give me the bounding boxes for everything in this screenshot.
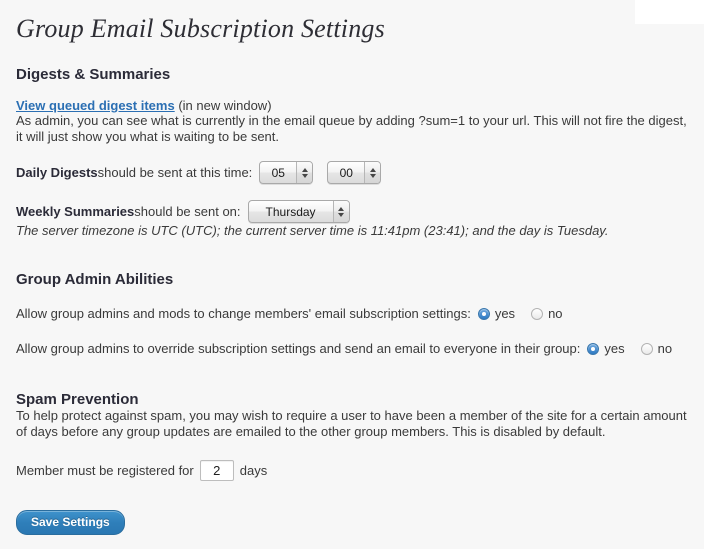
page-title: Group Email Subscription Settings: [16, 14, 385, 43]
server-timezone-note: The server timezone is UTC (UTC); the cu…: [16, 223, 609, 238]
weekly-summary-day-select[interactable]: Thursday: [247, 200, 350, 223]
digests-description: As admin, you can see what is currently …: [16, 113, 687, 144]
chevron-updown-icon: [364, 162, 381, 183]
daily-digest-minute-select[interactable]: 00: [327, 161, 382, 184]
chevron-updown-icon: [296, 162, 313, 183]
admin-override-settings-question: Allow group admins to override subscript…: [16, 341, 581, 356]
queued-digest-link-row: View queued digest items (in new window): [16, 98, 688, 113]
member-registered-label-before: Member must be registered for: [16, 463, 194, 478]
weekly-summary-label-rest: should be sent on:: [134, 203, 241, 219]
admin-override-settings-no-option[interactable]: no: [640, 340, 673, 358]
admin-override-settings-yes-option[interactable]: yes: [587, 340, 625, 358]
admin-change-settings-row: Allow group admins and mods to change me…: [16, 305, 688, 323]
weekly-summary-row: Weekly Summaries should be sent on: Thur…: [16, 200, 688, 223]
radio-yes-selected-icon[interactable]: [587, 343, 600, 355]
daily-digest-hour-select[interactable]: 05: [259, 161, 314, 184]
section-heading-admin: Group Admin Abilities: [16, 271, 174, 288]
weekly-summary-day-value: Thursday: [265, 204, 316, 219]
weekly-summary-label-bold: Weekly Summaries: [16, 203, 135, 219]
radio-no-unselected-icon[interactable]: [640, 343, 653, 355]
admin-change-settings-yes-option[interactable]: yes: [477, 305, 516, 323]
admin-change-settings-yes-label: yes: [494, 306, 516, 321]
radio-no-unselected-icon[interactable]: [531, 308, 544, 320]
daily-digest-label-bold: Daily Digests: [16, 164, 98, 180]
admin-change-settings-question: Allow group admins and mods to change me…: [16, 306, 471, 321]
member-registered-days-input[interactable]: [199, 460, 234, 481]
daily-digest-hour-value: 05: [271, 165, 285, 180]
save-settings-button[interactable]: Save Settings: [16, 510, 125, 535]
admin-override-settings-no-label: no: [657, 341, 673, 356]
save-settings-row: Save Settings: [16, 510, 688, 549]
section-spam-prevention: Spam Prevention To help protect against …: [16, 391, 688, 481]
new-window-note: (in new window): [174, 98, 272, 113]
admin-override-settings-yes-label: yes: [604, 341, 625, 356]
admin-change-settings-no-label: no: [548, 306, 563, 321]
admin-change-settings-no-option[interactable]: no: [531, 305, 563, 323]
daily-digest-minute-value: 00: [339, 165, 353, 180]
member-registered-days-row: Member must be registered for days: [16, 460, 688, 481]
chevron-updown-icon: [332, 201, 349, 222]
section-heading-spam: Spam Prevention: [16, 391, 139, 408]
radio-yes-selected-icon[interactable]: [477, 308, 490, 320]
daily-digest-label-rest: should be sent at this time:: [97, 164, 253, 180]
section-digests-summaries: Digests & Summaries View queued digest i…: [16, 66, 688, 239]
settings-page: Group Email Subscription Settings Digest…: [0, 0, 704, 549]
member-registered-label-after: days: [239, 463, 268, 478]
daily-digest-row: Daily Digests should be sent at this tim…: [16, 161, 688, 184]
spam-description: To help protect against spam, you may wi…: [16, 408, 687, 439]
section-group-admin-abilities: Group Admin Abilities Allow group admins…: [16, 271, 688, 358]
admin-override-settings-row: Allow group admins to override subscript…: [16, 340, 688, 358]
section-heading-digests: Digests & Summaries: [16, 66, 171, 83]
view-queued-digest-items-link[interactable]: View queued digest items: [16, 98, 175, 113]
